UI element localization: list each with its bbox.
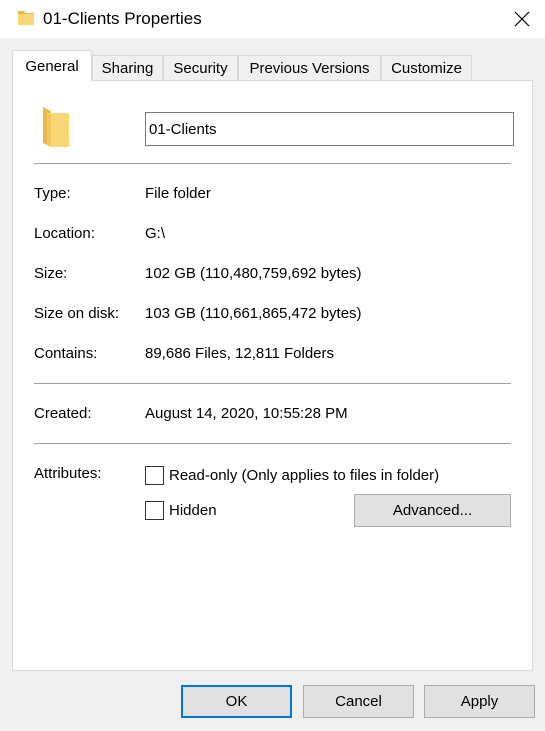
- title-bar: 01-Clients Properties: [0, 0, 545, 38]
- contains-value: 89,686 Files, 12,811 Folders: [145, 345, 335, 362]
- folder-icon: [43, 107, 69, 147]
- separator: [34, 383, 511, 384]
- close-button[interactable]: [499, 0, 545, 38]
- separator: [34, 163, 511, 164]
- cancel-button[interactable]: Cancel: [303, 685, 414, 718]
- size-on-disk-value: 103 GB (110,661,865,472 bytes): [145, 305, 362, 322]
- close-icon: [514, 11, 530, 27]
- folder-icon: [18, 11, 34, 25]
- hidden-label[interactable]: Hidden: [169, 502, 217, 519]
- type-value: File folder: [145, 185, 211, 202]
- readonly-checkbox[interactable]: [145, 466, 164, 485]
- advanced-button[interactable]: Advanced...: [354, 494, 511, 527]
- size-label: Size:: [34, 265, 68, 282]
- tab-customize[interactable]: Customize: [381, 55, 472, 80]
- tab-security[interactable]: Security: [163, 55, 238, 80]
- size-on-disk-label: Size on disk:: [34, 305, 120, 322]
- attributes-label: Attributes:: [34, 465, 102, 482]
- general-panel: Type: File folder Location: G:\ Size: 10…: [12, 80, 533, 671]
- window-title: 01-Clients Properties: [43, 9, 202, 28]
- contains-label: Contains:: [34, 345, 98, 362]
- hidden-checkbox[interactable]: [145, 501, 164, 520]
- size-value: 102 GB (110,480,759,692 bytes): [145, 265, 362, 282]
- location-value: G:\: [145, 225, 166, 242]
- readonly-label[interactable]: Read-only (Only applies to files in fold…: [169, 467, 439, 484]
- tab-general[interactable]: General: [12, 50, 92, 81]
- type-label: Type:: [34, 185, 71, 202]
- tab-previous-versions[interactable]: Previous Versions: [238, 55, 381, 80]
- ok-button[interactable]: OK: [181, 685, 292, 718]
- apply-button[interactable]: Apply: [424, 685, 535, 718]
- location-label: Location:: [34, 225, 95, 242]
- separator: [34, 443, 511, 444]
- created-value: August 14, 2020, 10:55:28 PM: [145, 405, 348, 422]
- created-label: Created:: [34, 405, 92, 422]
- folder-name-input[interactable]: [145, 112, 514, 146]
- tab-sharing[interactable]: Sharing: [92, 55, 163, 80]
